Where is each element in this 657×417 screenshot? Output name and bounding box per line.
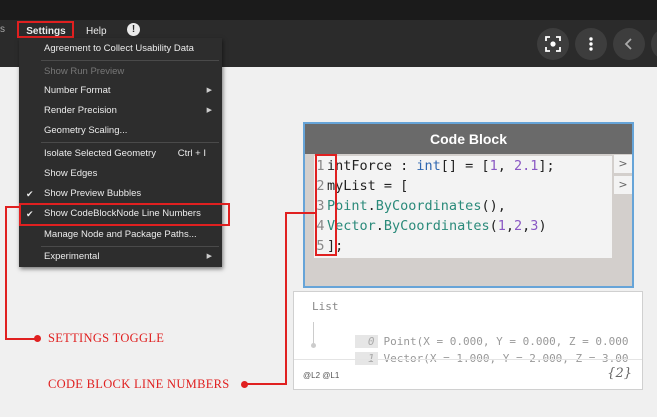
annotation-connector [5, 206, 20, 208]
menu-separator [41, 246, 219, 247]
menu-item-manage-paths[interactable]: Manage Node and Package Paths... [19, 226, 222, 244]
menu-item-number-format[interactable]: Number Format ▶ [19, 82, 222, 100]
code-editor[interactable]: 1 intForce : int[] = [1, 2.1]; 2 myList = … [314, 156, 612, 258]
code-token: 1 [497, 218, 506, 234]
code-token: (), [481, 198, 506, 214]
annotation-connector [285, 212, 287, 385]
code-token: . [375, 218, 384, 234]
code-token: intForce : [327, 158, 417, 174]
code-line[interactable]: 1 intForce : int[] = [1, 2.1]; [314, 156, 555, 176]
menu-separator [41, 142, 219, 143]
more-icon[interactable] [575, 28, 607, 60]
code-token: int [416, 158, 441, 174]
settings-dropdown: Agreement to Collect Usability Data Show… [19, 38, 222, 267]
code-token: , [497, 158, 514, 174]
annotation-connector [5, 338, 37, 340]
list-levels[interactable]: @L2 @L1 [303, 371, 339, 380]
preview-list-title: List [312, 300, 339, 313]
focus-icon[interactable] [537, 28, 569, 60]
code-token: [] = [ [440, 158, 490, 174]
output-port[interactable]: > [614, 176, 632, 194]
menu-item-usability-agreement[interactable]: Agreement to Collect Usability Data [19, 40, 222, 58]
submenu-arrow-icon: ▶ [206, 87, 212, 94]
code-token: myList = [ [327, 178, 409, 194]
checkmark-icon: ✔ [26, 189, 34, 199]
menu-separator [41, 60, 219, 61]
code-token: 2 [514, 218, 523, 234]
menu-item-truncated[interactable]: s [0, 24, 5, 35]
tree-connector [313, 322, 314, 344]
menu-item-show-preview-bubbles[interactable]: ✔ Show Preview Bubbles [19, 185, 222, 203]
info-icon[interactable]: ! [127, 23, 140, 36]
submenu-arrow-icon: ▶ [206, 107, 212, 114]
menu-item-show-edges[interactable]: Show Edges [19, 165, 222, 183]
node-title[interactable]: Code Block [305, 124, 632, 154]
title-bar [0, 0, 657, 20]
code-block-node[interactable]: Code Block 1 intForce : int[] = [1, 2.1];… [303, 122, 634, 288]
line-number-highlight-box [315, 154, 337, 256]
code-line[interactable]: 4 Vector.ByCoordinates(1,2,3) [314, 216, 547, 236]
line-numbers-highlight-box [19, 203, 230, 226]
preview-bubble[interactable]: List 0 Point(X = 0.000, Y = 0.000, Z = 0.… [293, 291, 643, 390]
code-token: . [367, 198, 376, 214]
list-count: {2} [607, 366, 632, 381]
settings-toggle-annotation: SETTINGS TOGGLE [48, 331, 165, 345]
menu-item-show-run-preview: Show Run Preview [44, 66, 125, 77]
code-line[interactable]: 3 Point.ByCoordinates(), [314, 196, 506, 216]
code-token: 1 [489, 158, 498, 174]
code-token: ( [489, 218, 498, 234]
code-token: ) [538, 218, 547, 234]
tree-node-dot [311, 343, 316, 348]
annotation-connector [285, 212, 315, 214]
menu-help[interactable]: Help [86, 24, 110, 39]
code-token: ByCoordinates [375, 198, 482, 214]
menu-item-experimental[interactable]: Experimental ▶ [19, 248, 222, 266]
code-token: , [505, 218, 515, 234]
list-item: 1Vector(X = 1.000, Y = 2.000, Z = 3.00 [328, 335, 629, 365]
list-item: 0 Point(X = 0.000, Y = 0.000, Z = 0.000 [328, 318, 629, 348]
settings-highlight-box [17, 21, 74, 38]
menu-item-render-precision[interactable]: Render Precision ▶ [19, 102, 222, 120]
menu-item-isolate-geometry[interactable]: Isolate Selected Geometry Ctrl + I [19, 145, 222, 163]
annotation-connector [245, 383, 286, 385]
back-icon[interactable] [613, 28, 645, 60]
annotation-connector [5, 206, 7, 339]
divider [294, 359, 642, 360]
submenu-arrow-icon: ▶ [206, 253, 212, 260]
code-token: ]; [538, 158, 555, 174]
code-token: ByCoordinates [383, 218, 490, 234]
output-port[interactable]: > [614, 155, 632, 173]
line-numbers-annotation: CODE BLOCK LINE NUMBERS [48, 377, 230, 391]
shortcut-label: Ctrl + I [177, 148, 206, 159]
annotation-dot [34, 335, 41, 342]
menu-item-geometry-scaling[interactable]: Geometry Scaling... [19, 122, 222, 140]
code-token: 2.1 [513, 158, 539, 174]
